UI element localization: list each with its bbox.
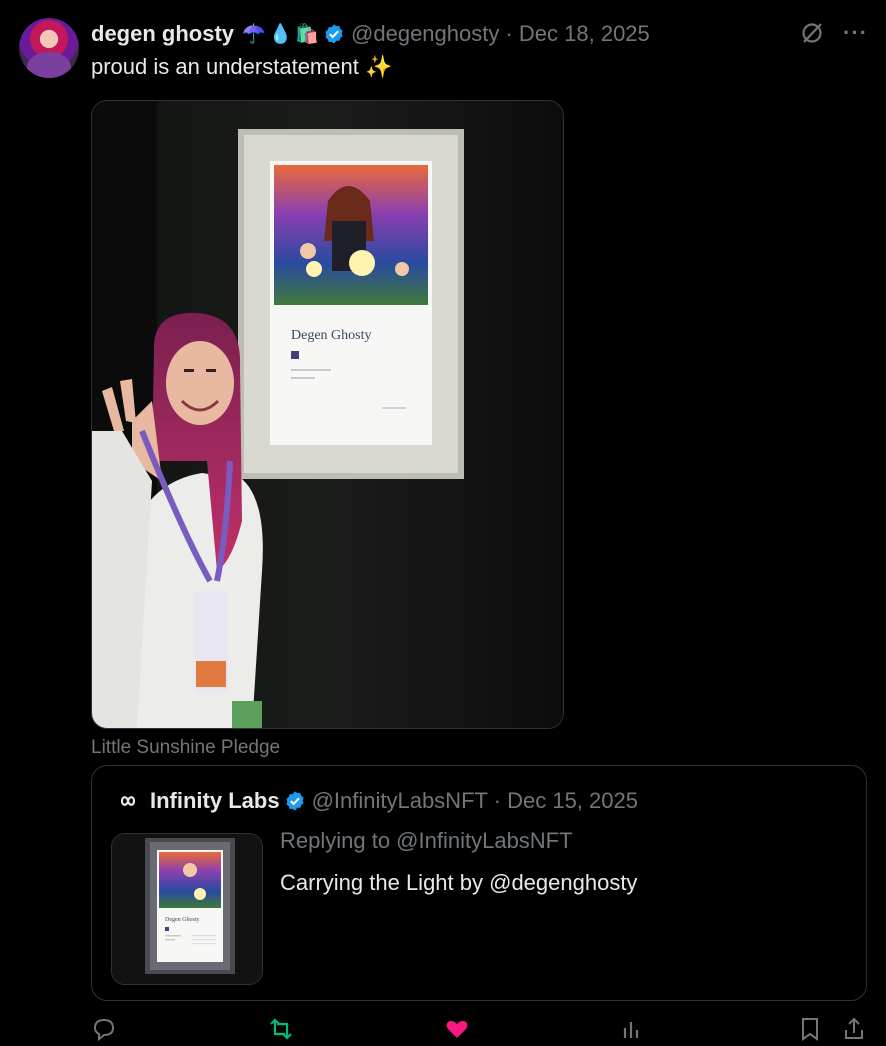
umbrella-emoji: ☂️: [242, 23, 266, 45]
like-button[interactable]: [444, 1016, 470, 1042]
author-emojis: ☂️ 💧 🛍️: [242, 25, 319, 44]
share-icon: [845, 1017, 863, 1039]
artwork-title: Degen Ghosty: [291, 328, 372, 343]
tweet-text: proud is an understatement ✨: [91, 54, 393, 79]
grok-icon[interactable]: [799, 20, 825, 46]
shopping-bags-emoji: 🛍️: [295, 23, 320, 45]
quoted-header: Infinity Labs @InfinityLabsNFT · Dec 15,…: [116, 788, 638, 814]
views-button[interactable]: [619, 1016, 645, 1042]
bookmark-icon: [802, 1018, 818, 1041]
quoted-tweet[interactable]: Infinity Labs @InfinityLabsNFT · Dec 15,…: [91, 765, 867, 1001]
thumbnail-illustration: Degen Ghosty: [112, 834, 262, 984]
quoted-author-name[interactable]: Infinity Labs: [150, 788, 280, 814]
reply-icon: [93, 1018, 115, 1042]
tweet-photo[interactable]: Degen Ghosty: [91, 100, 564, 729]
verified-badge-icon: [325, 24, 343, 44]
retweet-icon: [270, 1018, 292, 1040]
droplet-emoji: 💧: [268, 23, 293, 45]
quoted-thumbnail[interactable]: Degen Ghosty: [111, 833, 263, 985]
photo-illustration: Degen Ghosty: [92, 101, 563, 728]
tweet-action-bar: [91, 1016, 867, 1046]
quoted-replying-to[interactable]: Replying to @InfinityLabsNFT: [280, 828, 573, 854]
bookmark-button[interactable]: [797, 1016, 823, 1042]
author-name[interactable]: degen ghosty: [91, 21, 234, 47]
share-button[interactable]: [841, 1016, 867, 1042]
retweet-button[interactable]: [267, 1016, 295, 1042]
thumb-artwork-title: Degen Ghosty: [165, 917, 200, 923]
verified-badge-icon: [285, 791, 304, 811]
reply-button[interactable]: [91, 1016, 117, 1042]
heart-icon: [446, 1020, 468, 1038]
views-icon: [623, 1022, 639, 1038]
infinity-labs-logo-icon[interactable]: [116, 789, 140, 813]
tweet-top-actions: ···: [799, 20, 868, 46]
author-avatar[interactable]: [19, 18, 79, 78]
tweet-header: degen ghosty ☂️ 💧 🛍️ @degenghosty · Dec …: [91, 20, 650, 48]
quoted-handle-date[interactable]: @InfinityLabsNFT · Dec 15, 2025: [312, 788, 638, 814]
author-handle-date[interactable]: @degenghosty · Dec 18, 2025: [351, 21, 650, 47]
image-caption: Little Sunshine Pledge: [91, 737, 281, 758]
more-icon[interactable]: ···: [843, 20, 868, 46]
quoted-text: Carrying the Light by @degenghosty: [280, 870, 638, 895]
